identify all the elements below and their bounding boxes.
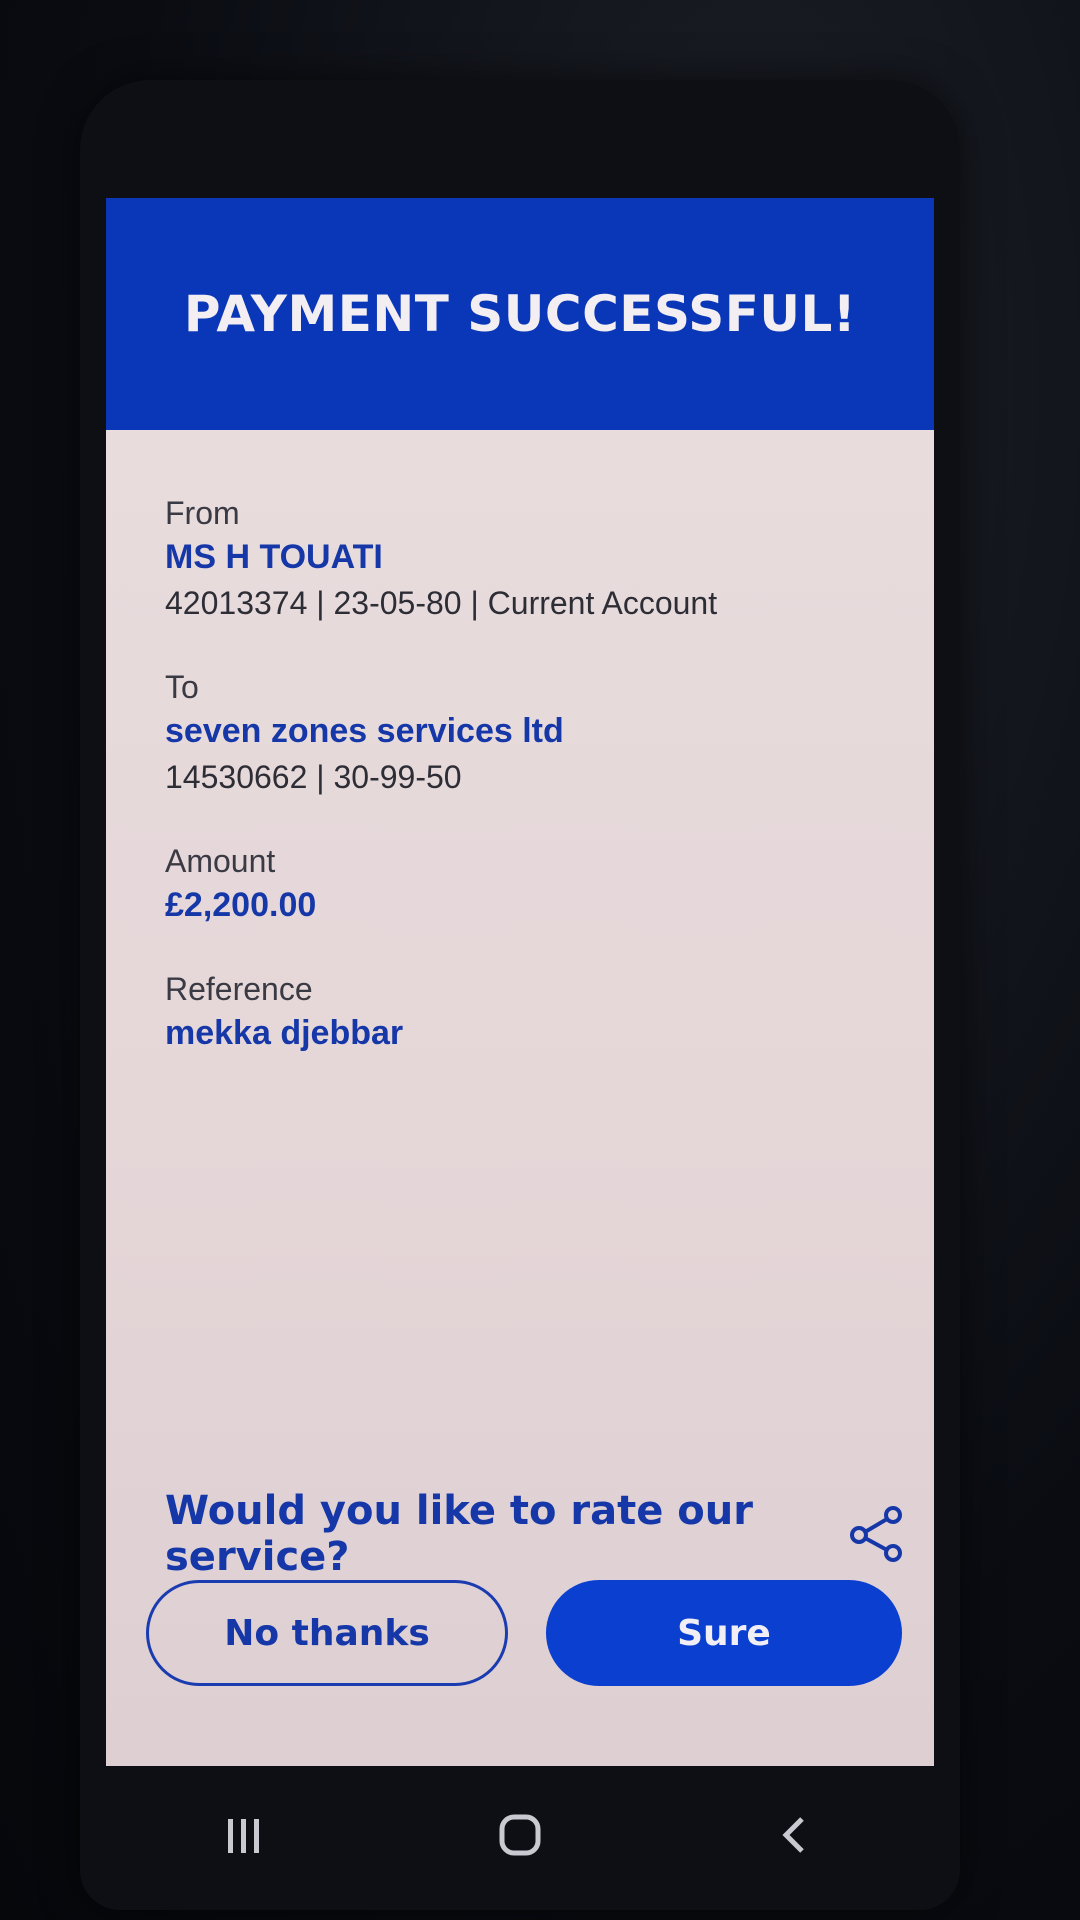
payment-details: From MS H TOUATI 42013374 | 23-05-80 | C…: [165, 492, 885, 1096]
reference-label: Reference: [165, 971, 313, 1007]
system-nav-bar: [106, 1770, 934, 1900]
recents-icon[interactable]: [199, 1790, 289, 1880]
page-title: PAYMENT SUCCESSFUL!: [183, 285, 857, 343]
app-screen: PAYMENT SUCCESSFUL! From MS H TOUATI 420…: [106, 198, 934, 1766]
to-name: seven zones services ltd: [165, 712, 564, 750]
share-icon[interactable]: [847, 1505, 905, 1563]
rating-prompt: Would you like to rate our service?: [165, 1488, 905, 1580]
amount-section: Amount £2,200.00: [165, 840, 885, 928]
amount-label: Amount: [165, 843, 276, 879]
from-label: From: [165, 495, 240, 531]
to-account-details: 14530662 | 30-99-50: [165, 759, 462, 795]
to-label: To: [165, 669, 199, 705]
rating-question: Would you like to rate our service?: [165, 1488, 753, 1580]
sure-button[interactable]: Sure: [546, 1580, 902, 1686]
reference-section: Reference mekka djebbar: [165, 968, 885, 1056]
reference-value: mekka djebbar: [165, 1014, 404, 1052]
from-name: MS H TOUATI: [165, 538, 383, 576]
to-section: To seven zones services ltd 14530662 | 3…: [165, 666, 885, 800]
header-bar: PAYMENT SUCCESSFUL!: [106, 198, 934, 430]
back-icon[interactable]: [751, 1790, 841, 1880]
no-thanks-button[interactable]: No thanks: [146, 1580, 508, 1686]
home-icon[interactable]: [475, 1790, 565, 1880]
amount-value: £2,200.00: [165, 886, 317, 924]
from-account-details: 42013374 | 23-05-80 | Current Account: [165, 585, 718, 621]
from-section: From MS H TOUATI 42013374 | 23-05-80 | C…: [165, 492, 885, 626]
